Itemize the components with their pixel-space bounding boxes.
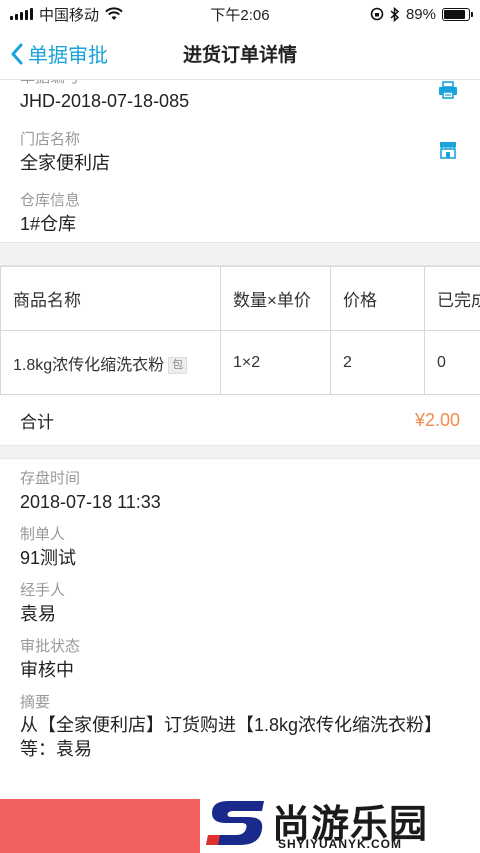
store-icon[interactable] [438, 140, 458, 160]
back-button[interactable]: 单据审批 [0, 28, 108, 79]
order-info-section: 单据编号 JHD-2018-07-18-085 门店名称 全家便利店 仓库信息 … [0, 80, 480, 242]
status-value: 审核中 [20, 660, 74, 680]
summary-value: 从【全家便利店】订货购进【1.8kg浓传化缩洗衣粉】等：袁易 [20, 715, 443, 759]
header-goods-name: 商品名称 [0, 266, 221, 331]
handler-value: 袁易 [20, 604, 56, 624]
back-button-label: 单据审批 [28, 45, 108, 67]
summary-label: 摘要 [20, 694, 51, 711]
creator-label: 制单人 [20, 526, 66, 543]
total-amount: ¥2.00 [414, 409, 460, 430]
doc-no-label: 单据编号 [20, 80, 189, 88]
unit-tag: 包 [168, 356, 188, 374]
goods-name: 1.8kg浓传化缩洗衣粉 [13, 356, 165, 374]
nav-bar: 单据审批 进货订单详情 [0, 28, 480, 80]
header-price: 价格 [330, 266, 425, 331]
watermark-s-logo-icon [206, 801, 264, 845]
section-divider [0, 445, 480, 459]
header-done: 已完成 [424, 266, 480, 331]
table-header-row: 商品名称 数量×单价 价格 已完成 [0, 266, 480, 331]
watermark-logo: 尚游乐园 SHYIYUANYK.COM [200, 793, 480, 853]
table-row[interactable]: 1.8kg浓传化缩洗衣粉包 1×2 2 0 [0, 330, 480, 395]
battery-icon [442, 7, 473, 21]
creator-value: 91测试 [20, 548, 77, 568]
battery-percent: 89% [405, 5, 436, 23]
order-details-section: 存盘时间 2018-07-18 11:33 制单人 91测试 经手人 袁易 审批… [0, 459, 480, 761]
header-qty-price: 数量×单价 [220, 266, 331, 331]
battery-level [444, 9, 466, 19]
total-label: 合计 [20, 412, 54, 432]
store-label: 门店名称 [20, 131, 81, 148]
status-label: 审批状态 [20, 638, 81, 655]
doc-no-field: 单据编号 JHD-2018-07-18-085 [20, 80, 189, 123]
carrier-name: 中国移动 [39, 6, 100, 24]
store-field: 门店名称 全家便利店 [20, 130, 110, 185]
total-row: 合计 ¥2.00 [0, 395, 480, 445]
goods-table[interactable]: 商品名称 数量×单价 价格 已完成 1.8kg浓传化缩洗衣粉包 1×2 2 0 [0, 266, 480, 395]
handler-label: 经手人 [20, 582, 66, 599]
cell-goods-name: 1.8kg浓传化缩洗衣粉包 [0, 330, 221, 395]
cellular-signal-icon [10, 8, 33, 20]
print-icon[interactable] [438, 80, 458, 100]
bluetooth-icon [390, 6, 400, 22]
cell-price: 2 [330, 330, 425, 395]
wifi-icon [105, 7, 123, 20]
status-bar: 中国移动 下午2:06 89% [0, 0, 480, 28]
warehouse-label: 仓库信息 [20, 192, 81, 209]
cell-done: 0 [424, 330, 480, 395]
doc-no-value: JHD-2018-07-18-085 [20, 91, 190, 111]
chevron-left-icon [11, 43, 23, 64]
warehouse-field: 仓库信息 1#仓库 [20, 191, 80, 246]
status-right: 89% [370, 5, 473, 23]
store-value: 全家便利店 [20, 153, 110, 173]
check-time-value: 2018-07-18 11:33 [20, 492, 161, 512]
status-left: 中国移动 [10, 4, 123, 25]
watermark-en-text: SHYIYUANYK.COM [278, 837, 403, 851]
watermark-red-band [0, 799, 200, 853]
check-time-label: 存盘时间 [20, 470, 81, 487]
cell-qty-price: 1×2 [220, 330, 331, 395]
rotation-lock-icon [370, 7, 384, 21]
watermark: 尚游乐园 SHYIYUANYK.COM [0, 793, 480, 853]
content-scroll[interactable]: 单据编号 JHD-2018-07-18-085 门店名称 全家便利店 仓库信息 … [0, 80, 480, 853]
warehouse-value: 1#仓库 [20, 214, 77, 234]
